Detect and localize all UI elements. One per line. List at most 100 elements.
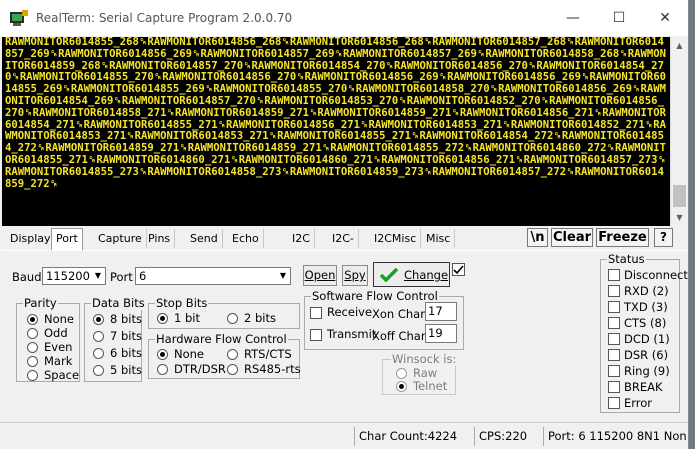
change-checkbox[interactable] [452, 263, 465, 276]
data-bits-8-label: 8 bits [110, 312, 142, 326]
tab-i2c-2[interactable]: I2C-2 [328, 229, 359, 264]
parity-mark-label: Mark [44, 354, 73, 368]
char-count: Char Count:4224 [354, 427, 457, 446]
terminal-scrollbar[interactable]: ▲ ▼ [670, 37, 688, 226]
cps-readout: CPS:220 [474, 427, 527, 446]
scrollbar-thumb[interactable] [673, 185, 686, 207]
stop-bits-2-radio[interactable] [227, 313, 238, 324]
winsock-raw-radio[interactable] [396, 368, 407, 379]
spy-button[interactable]: Spy [342, 265, 368, 286]
data-bits-8-radio[interactable] [93, 314, 104, 325]
close-button[interactable]: ✕ [642, 0, 688, 36]
change-button[interactable]: Change [373, 262, 450, 287]
winsock-group: Winsock is: Raw Telnet [382, 352, 458, 395]
parity-odd-radio[interactable] [27, 328, 38, 339]
status-bar: Char Count:4224 CPS:220 Port: 6 115200 8… [0, 422, 688, 449]
data-bits-6-radio[interactable] [93, 348, 104, 359]
transmit-checkbox[interactable] [310, 329, 322, 341]
parity-space-radio[interactable] [27, 370, 38, 381]
hw-flow-rtscts-radio[interactable] [227, 349, 238, 360]
winsock-telnet-label: Telnet [413, 379, 448, 393]
status-ring-indicator [608, 365, 620, 377]
tab-misc[interactable]: Misc [422, 229, 456, 248]
status-break-indicator [608, 381, 620, 393]
minimize-button[interactable]: — [550, 0, 596, 36]
port-value: 6 [139, 269, 147, 283]
status-rxd-indicator [608, 285, 620, 297]
hw-flow-dtrdsr-label: DTR/DSR [174, 362, 226, 376]
scroll-up-icon[interactable]: ▲ [671, 37, 688, 54]
status-cts-label: CTS (8) [624, 316, 667, 330]
tab-echo-port[interactable]: Echo Port [228, 229, 264, 264]
app-icon [10, 10, 28, 26]
data-bits-5-label: 5 bits [110, 363, 142, 377]
data-bits-label: Data Bits [91, 296, 146, 310]
receive-label: Receive [327, 305, 373, 319]
tab-capture[interactable]: Capture [94, 229, 147, 248]
open-button[interactable]: Open [303, 265, 337, 286]
status-break-label: BREAK [624, 380, 663, 394]
tab-port[interactable]: Port [51, 228, 83, 250]
status-dsr-label: DSR (6) [624, 348, 669, 362]
status-rxd-label: RXD (2) [624, 284, 669, 298]
terminal-text: RAWMONITOR6014855_268␍RAWMONITOR6014856_… [5, 37, 667, 190]
parity-none-label: None [44, 312, 75, 326]
hardware-flow-group: Hardware Flow Control None RTS/CTS DTR/D… [148, 332, 301, 379]
port-info: Port: 6 115200 8N1 Non [543, 427, 687, 446]
status-disconnect-indicator [608, 269, 620, 281]
winsock-telnet-radio[interactable] [396, 381, 407, 392]
parity-mark-radio[interactable] [27, 356, 38, 367]
status-txd-indicator [608, 301, 620, 313]
maximize-button[interactable]: ☐ [596, 0, 642, 36]
stop-bits-1-radio[interactable] [157, 313, 168, 324]
stop-bits-group: Stop Bits 1 bit 2 bits [148, 296, 300, 329]
chevron-down-icon[interactable]: ▼ [276, 268, 290, 284]
baud-value: 115200 [46, 269, 90, 283]
software-flow-label: Software Flow Control [311, 289, 439, 303]
freeze-button[interactable]: Freeze [596, 228, 649, 247]
parity-group: Parity None Odd Even Mark Space [16, 296, 80, 382]
hw-flow-none-label: None [174, 347, 205, 361]
status-group: Status Disconnect RXD (2) TXD (3) CTS (8… [600, 252, 688, 413]
scroll-down-icon[interactable]: ▼ [671, 209, 688, 226]
status-error-indicator [608, 397, 620, 409]
data-bits-5-radio[interactable] [93, 365, 104, 376]
status-error-label: Error [624, 396, 653, 410]
baud-select[interactable]: 115200 ▼ [42, 267, 106, 285]
port-select[interactable]: 6 ▼ [135, 267, 291, 285]
tab-i2cmisc[interactable]: I2CMisc [370, 229, 422, 248]
parity-even-radio[interactable] [27, 342, 38, 353]
title-bar[interactable]: RealTerm: Serial Capture Program 2.0.0.7… [0, 0, 688, 36]
hw-flow-rs485-label: RS485-rts [244, 362, 301, 376]
tab-i2c[interactable]: I2C [288, 229, 315, 248]
realterm-window: RealTerm: Serial Capture Program 2.0.0.7… [0, 0, 689, 449]
hw-flow-rs485-radio[interactable] [227, 364, 238, 375]
help-button[interactable]: ? [654, 228, 673, 247]
chevron-down-icon[interactable]: ▼ [91, 268, 105, 284]
hw-flow-none-radio[interactable] [157, 349, 168, 360]
port-settings-panel: Baud 115200 ▼ Port 6 ▼ Open Spy Change P… [2, 250, 688, 423]
newline-button[interactable]: \n [527, 228, 548, 247]
transmit-label: Transmit [327, 327, 377, 341]
winsock-label: Winsock is: [391, 352, 458, 366]
xoff-char-input[interactable]: 19 [425, 324, 457, 343]
checkmark-icon [380, 267, 398, 282]
xon-label: Xon Char: [372, 307, 429, 321]
parity-odd-label: Odd [44, 326, 68, 340]
parity-even-label: Even [44, 340, 73, 354]
hw-flow-dtrdsr-radio[interactable] [157, 364, 168, 375]
clear-button[interactable]: Clear [551, 228, 593, 247]
terminal-display[interactable]: RAWMONITOR6014855_268␍RAWMONITOR6014856_… [2, 37, 670, 226]
receive-checkbox[interactable] [310, 307, 322, 319]
parity-label: Parity [23, 296, 58, 310]
port-label: Port [110, 270, 133, 284]
data-bits-group: Data Bits 8 bits 7 bits 6 bits 5 bits [84, 296, 146, 382]
tab-pins[interactable]: Pins [144, 229, 176, 248]
hw-flow-rtscts-label: RTS/CTS [244, 347, 292, 361]
data-bits-7-radio[interactable] [93, 331, 104, 342]
xon-char-input[interactable]: 17 [425, 302, 457, 321]
xoff-label: Xoff Char: [372, 329, 430, 343]
parity-none-radio[interactable] [27, 314, 38, 325]
tab-display[interactable]: Display [6, 229, 56, 248]
tab-send[interactable]: Send [186, 229, 223, 248]
